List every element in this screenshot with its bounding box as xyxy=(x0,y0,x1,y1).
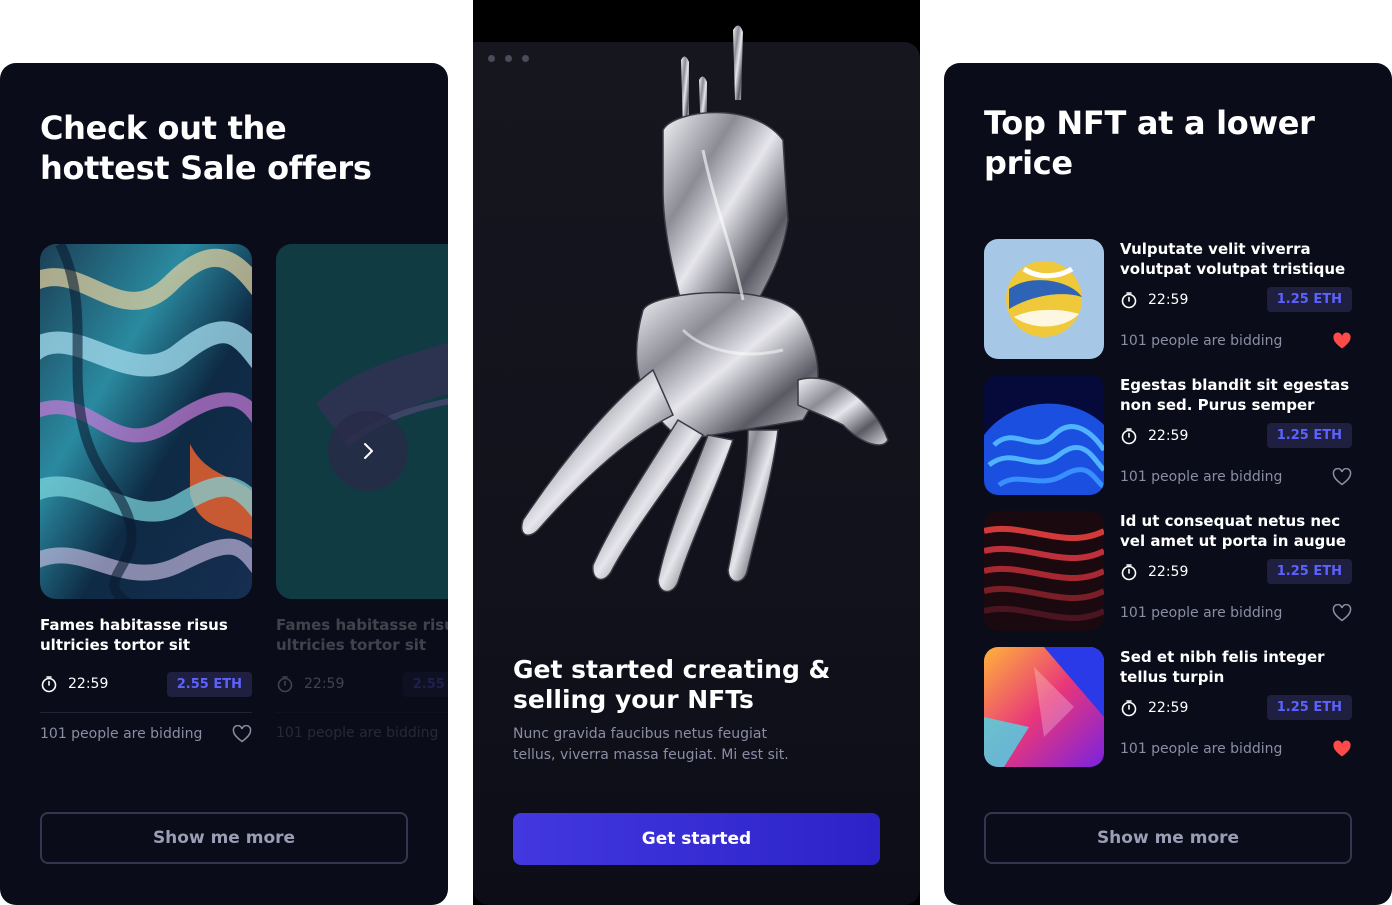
next-button[interactable] xyxy=(328,411,408,491)
nft-card[interactable]: Fames habitasse risus ultricies tortor s… xyxy=(40,244,252,743)
panel-title: Top NFT at a lower price xyxy=(984,104,1315,182)
time-remaining: 22:59 xyxy=(1148,291,1189,308)
stopwatch-icon xyxy=(41,676,57,693)
stopwatch-icon xyxy=(1121,563,1137,580)
nft-thumbnail[interactable] xyxy=(984,647,1104,767)
show-more-button[interactable]: Show me more xyxy=(984,812,1352,864)
price-badge: 2.55 ETH xyxy=(166,671,252,697)
nft-name: Id ut consequat netus nec vel amet ut po… xyxy=(1120,512,1347,550)
divider xyxy=(276,712,448,713)
price-badge: 1.25 ETH xyxy=(1266,423,1352,448)
bidding-count: 101 people are bidding xyxy=(1120,605,1283,621)
cta-heading: Get started creating & selling your NFTs xyxy=(513,655,831,714)
heart-icon[interactable] xyxy=(1332,332,1352,350)
heart-icon[interactable] xyxy=(1332,740,1352,758)
divider xyxy=(40,712,252,713)
bidding-count: 101 people are bidding xyxy=(1120,333,1283,349)
nft-thumbnail[interactable] xyxy=(984,375,1104,495)
stopwatch-icon xyxy=(277,676,293,693)
list-item[interactable]: Sed et nibh felis integer tellus turpin … xyxy=(984,647,1352,767)
bidding-count: 101 people are bidding xyxy=(1120,469,1283,485)
timer: 22:59 xyxy=(276,675,344,693)
cta-description: Nunc gravida faucibus netus feugiat tell… xyxy=(513,726,789,763)
time-remaining: 22:59 xyxy=(1148,563,1189,580)
top-nft-panel: Top NFT at a lower price Vulputate velit… xyxy=(944,63,1392,905)
time-remaining: 22:59 xyxy=(68,676,109,692)
heart-icon[interactable] xyxy=(1332,604,1352,622)
price-badge: 1.25 ETH xyxy=(1266,695,1352,720)
bidding-count: 101 people are bidding xyxy=(40,726,203,742)
bidding-count: 101 people are bidding xyxy=(1120,741,1283,757)
hot-sale-panel: Check out the hottest Sale offers Fames … xyxy=(0,63,448,905)
bidding-count: 101 people are bidding xyxy=(276,725,439,741)
chrome-hand-illustration xyxy=(521,25,889,593)
nft-thumbnail[interactable] xyxy=(984,239,1104,359)
time-remaining: 22:59 xyxy=(1148,699,1189,716)
stopwatch-icon xyxy=(1121,291,1137,308)
list-item[interactable]: Id ut consequat netus nec vel amet ut po… xyxy=(984,511,1352,631)
get-started-panel: Get started creating & selling your NFTs… xyxy=(473,0,920,905)
timer: 22:59 xyxy=(1120,427,1188,445)
nft-card[interactable]: Fames habitasse risus ultricies tortor s… xyxy=(276,244,448,741)
heart-icon[interactable] xyxy=(232,725,252,743)
stopwatch-icon xyxy=(1121,427,1137,444)
price-badge: 1.25 ETH xyxy=(1266,559,1352,584)
nft-thumbnail[interactable] xyxy=(984,511,1104,631)
chevron-right-icon xyxy=(364,443,373,459)
show-more-button[interactable]: Show me more xyxy=(40,812,408,864)
panel-title: Check out the hottest Sale offers xyxy=(40,109,372,187)
time-remaining: 22:59 xyxy=(304,676,345,692)
timer: 22:59 xyxy=(1120,563,1188,581)
heart-icon[interactable] xyxy=(1332,468,1352,486)
list-item[interactable]: Vulputate velit viverra volutpat volutpa… xyxy=(984,239,1352,359)
timer: 22:59 xyxy=(40,675,108,693)
list-item[interactable]: Egestas blandit sit egestas non sed. Pur… xyxy=(984,375,1352,495)
price-badge: 2.55 ETH xyxy=(402,671,448,697)
nft-name: Sed et nibh felis integer tellus turpin xyxy=(1120,648,1325,686)
time-remaining: 22:59 xyxy=(1148,427,1189,444)
nft-name: Vulputate velit viverra volutpat volutpa… xyxy=(1120,240,1346,278)
window-dot xyxy=(488,55,495,62)
get-started-button[interactable]: Get started xyxy=(513,813,880,865)
nft-name: Fames habitasse risus ultricies tortor s… xyxy=(40,616,228,654)
timer: 22:59 xyxy=(1120,699,1188,717)
nft-image[interactable] xyxy=(40,244,252,599)
price-badge: 1.25 ETH xyxy=(1266,287,1352,312)
timer: 22:59 xyxy=(1120,291,1188,309)
nft-name: Egestas blandit sit egestas non sed. Pur… xyxy=(1120,376,1350,414)
stopwatch-icon xyxy=(1121,699,1137,716)
nft-name: Fames habitasse risus ultricies tortor s… xyxy=(276,616,448,654)
